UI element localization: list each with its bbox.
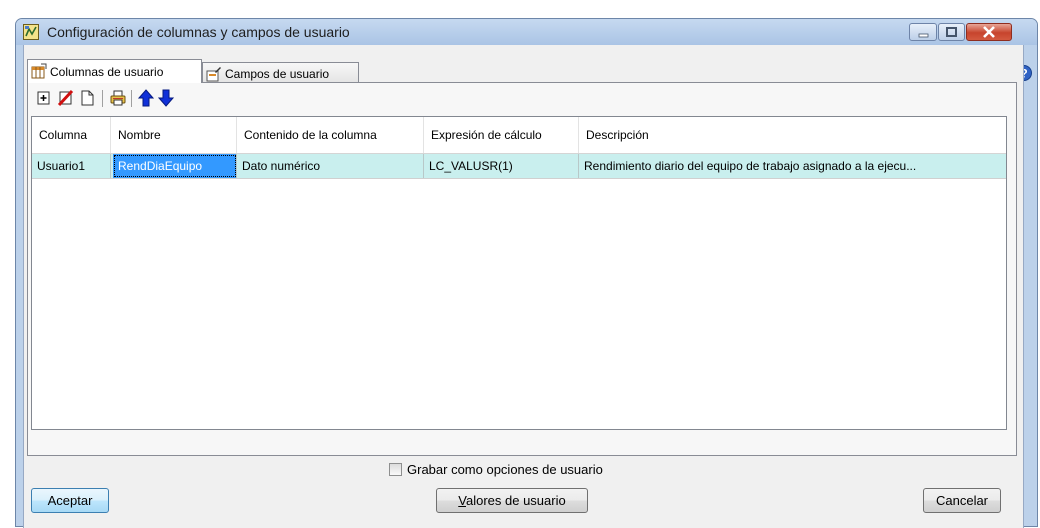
minimize-button[interactable] — [909, 23, 937, 41]
cell-text: Rendimiento diario del equipo de trabajo… — [584, 159, 917, 173]
move-down-icon[interactable] — [157, 89, 175, 107]
checkbox-label: Grabar como opciones de usuario — [407, 462, 603, 477]
user-values-button[interactable]: Valores de usuario — [436, 488, 588, 513]
cell-expresion[interactable]: LC_VALUSR(1) — [424, 154, 579, 178]
dialog-client-area: Columnas de usuario Campos de usuario Co… — [23, 45, 1024, 528]
column-header-columna[interactable]: Columna — [32, 117, 111, 153]
columns-grid[interactable]: Columna Nombre Contenido de la columna E… — [31, 116, 1007, 430]
column-header-descripcion[interactable]: Descripción — [579, 117, 1006, 153]
header-label: Descripción — [586, 128, 649, 142]
column-header-expresion[interactable]: Expresión de cálculo — [424, 117, 579, 153]
cell-descripcion[interactable]: Rendimiento diario del equipo de trabajo… — [579, 154, 1006, 178]
tab-page-columnas: Columna Nombre Contenido de la columna E… — [27, 82, 1017, 456]
cell-columna[interactable]: Usuario1 — [32, 154, 111, 178]
move-up-icon[interactable] — [137, 89, 155, 107]
maximize-button[interactable] — [938, 23, 965, 41]
table-row[interactable]: Usuario1 RendDiaEquipo Dato numérico LC_… — [32, 154, 1006, 179]
close-icon — [983, 26, 995, 38]
close-button[interactable] — [966, 23, 1012, 41]
cell-contenido[interactable]: Dato numérico — [237, 154, 424, 178]
copy-icon[interactable] — [79, 89, 97, 107]
button-label: Valores de usuario — [458, 493, 566, 508]
column-header-contenido[interactable]: Contenido de la columna — [237, 117, 424, 153]
checkbox[interactable] — [389, 463, 402, 476]
cell-text: Dato numérico — [242, 159, 321, 173]
cancel-button[interactable]: Cancelar — [923, 488, 1001, 513]
cell-text: Usuario1 — [37, 159, 86, 173]
cell-text: RendDiaEquipo — [118, 159, 203, 173]
tab-label: Columnas de usuario — [50, 65, 164, 79]
window-title: Configuración de columnas y campos de us… — [47, 24, 350, 40]
table-edit-icon — [31, 63, 47, 79]
print-icon[interactable] — [109, 89, 127, 107]
column-header-nombre[interactable]: Nombre — [111, 117, 237, 153]
app-icon — [23, 24, 39, 40]
header-label: Columna — [39, 128, 88, 142]
minimize-icon — [918, 33, 929, 38]
accept-button[interactable]: Aceptar — [31, 488, 109, 513]
tab-label: Campos de usuario — [225, 67, 330, 81]
header-label: Expresión de cálculo — [431, 128, 542, 142]
form-edit-icon — [206, 67, 221, 82]
tab-campos-de-usuario[interactable]: Campos de usuario — [202, 62, 359, 84]
dialog-window: Configuración de columnas y campos de us… — [15, 18, 1038, 528]
add-row-icon[interactable] — [35, 89, 53, 107]
toolbar-separator — [102, 90, 103, 107]
toolbar-separator — [131, 90, 132, 107]
grid-header: Columna Nombre Contenido de la columna E… — [32, 117, 1006, 154]
maximize-icon — [946, 27, 957, 37]
dialog-footer: Grabar como opciones de usuario Aceptar … — [24, 456, 1023, 528]
header-label: Nombre — [118, 128, 161, 142]
header-label: Contenido de la columna — [244, 128, 377, 142]
tab-columnas-de-usuario[interactable]: Columnas de usuario — [27, 59, 202, 83]
title-bar[interactable]: Configuración de columnas y campos de us… — [16, 19, 1037, 45]
cell-text: LC_VALUSR(1) — [429, 159, 513, 173]
delete-row-icon[interactable] — [57, 89, 75, 107]
cell-nombre[interactable]: RendDiaEquipo — [113, 154, 237, 178]
